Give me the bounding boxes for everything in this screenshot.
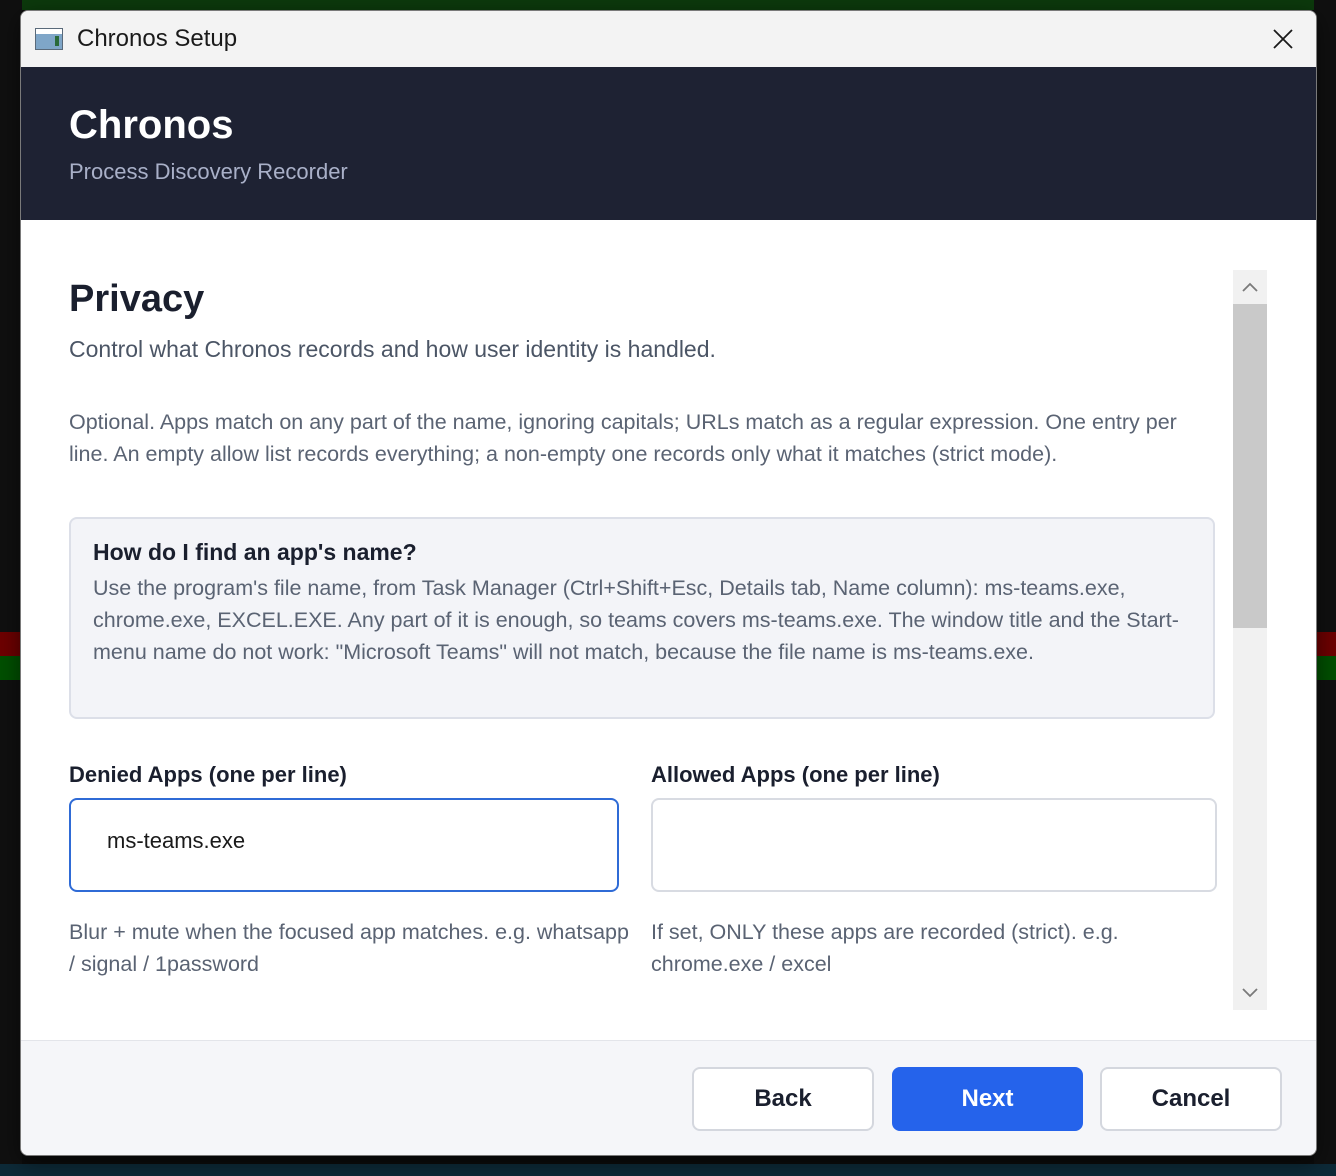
allowed-apps-hint: If set, ONLY these apps are recorded (st… (651, 920, 1119, 976)
brand-name: Chronos (69, 103, 234, 147)
background-terminal-right (1314, 0, 1336, 1176)
terminal-highlight-green (0, 656, 22, 680)
close-icon (1273, 29, 1293, 49)
back-button[interactable]: Back (692, 1067, 874, 1131)
denied-apps-textarea[interactable]: ms-teams.exe (69, 798, 619, 892)
chevron-down-icon (1242, 988, 1258, 998)
next-button[interactable]: Next (892, 1067, 1083, 1131)
scroll-down-button[interactable] (1233, 976, 1267, 1010)
background-taskbar-edge (0, 1164, 1336, 1176)
page-subtitle: Control what Chronos records and how use… (69, 336, 716, 362)
help-box: How do I find an app's name? Use the pro… (69, 517, 1215, 719)
scrollbar-thumb[interactable] (1233, 304, 1267, 628)
allowed-apps-label: Allowed Apps (one per line) (651, 762, 940, 787)
background-terminal-top (0, 0, 1336, 10)
vertical-scrollbar[interactable] (1233, 270, 1267, 1010)
background-terminal-left (0, 0, 22, 1176)
info-text: Optional. Apps match on any part of the … (69, 410, 1177, 466)
footer: Back Next Cancel (21, 1040, 1316, 1155)
chevron-up-icon (1242, 282, 1258, 292)
page-content: Privacy Control what Chronos records and… (21, 220, 1316, 1040)
denied-apps-label: Denied Apps (one per line) (69, 762, 347, 787)
help-body: Use the program's file name, from Task M… (93, 576, 1179, 664)
denied-apps-hint: Blur + mute when the focused app matches… (69, 920, 629, 976)
cancel-button[interactable]: Cancel (1100, 1067, 1282, 1131)
setup-window: Chronos Setup Chronos Process Discovery … (20, 10, 1317, 1156)
brand-subtitle: Process Discovery Recorder (69, 159, 348, 184)
title-bar[interactable]: Chronos Setup (21, 11, 1316, 67)
help-title: How do I find an app's name? (93, 539, 417, 565)
allowed-apps-textarea[interactable] (651, 798, 1217, 892)
window-title: Chronos Setup (77, 25, 238, 52)
close-button[interactable] (1250, 11, 1316, 67)
window-app-icon (35, 28, 63, 50)
scroll-area[interactable]: Privacy Control what Chronos records and… (69, 260, 1217, 1020)
denied-apps-value: ms-teams.exe (107, 828, 246, 853)
terminal-highlight-red (0, 632, 22, 656)
page-title: Privacy (69, 278, 205, 320)
scroll-up-button[interactable] (1233, 270, 1267, 304)
terminal-highlight-red (1314, 632, 1336, 656)
terminal-highlight-green (1314, 656, 1336, 680)
